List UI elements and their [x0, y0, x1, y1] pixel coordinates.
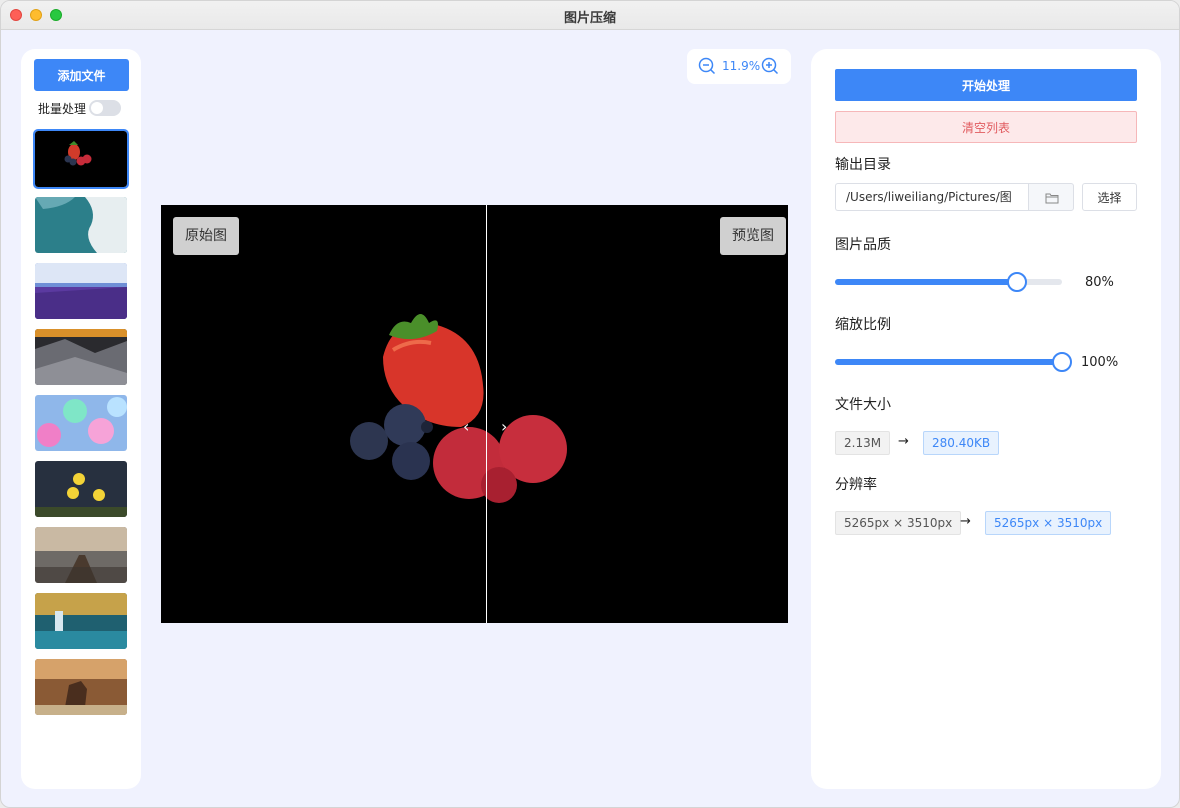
compare-divider[interactable] — [486, 205, 487, 623]
quality-slider-fill — [835, 279, 1017, 285]
file-sidebar: 添加文件 批量处理 — [21, 49, 141, 789]
bokeh-thumbnail — [35, 395, 127, 451]
toggle-knob — [91, 102, 103, 114]
output-dir-label: 输出目录 — [835, 157, 891, 173]
window-title: 图片压缩 — [563, 11, 616, 26]
thumb-deer[interactable] — [35, 659, 127, 715]
thumb-strawberries[interactable] — [33, 129, 129, 189]
scale-label: 缩放比例 — [835, 317, 891, 333]
waterfall-thumbnail — [35, 593, 127, 649]
thumb-coast[interactable] — [35, 197, 127, 253]
scale-slider-handle[interactable] — [1052, 352, 1072, 372]
arrow-right-icon: → — [960, 514, 971, 529]
flowers-thumbnail — [35, 461, 127, 517]
mountains-thumbnail — [35, 329, 127, 385]
strawberries-thumbnail — [35, 131, 127, 187]
quality-slider-handle[interactable] — [1006, 272, 1027, 292]
settings-panel: 开始处理 清空列表 输出目录 /Users/liweiliang/Picture… — [811, 49, 1161, 789]
app-window: 图片压缩 添加文件 批量处理 11.9% ‹ › 原始图 预览图 开始处理 清空… — [0, 0, 1180, 808]
original-image-tag: 原始图 — [173, 217, 239, 255]
thumb-bokeh[interactable] — [35, 395, 127, 451]
thumb-mountains[interactable] — [35, 329, 127, 385]
open-folder-button[interactable] — [1028, 183, 1074, 211]
scale-slider[interactable] — [835, 352, 1072, 372]
coast-thumbnail — [35, 197, 127, 253]
zoom-level: 11.9% — [722, 59, 761, 73]
scale-slider-fill — [835, 359, 1062, 365]
quality-slider[interactable] — [835, 272, 1062, 292]
zoom-control: 11.9% — [687, 49, 791, 84]
lavender-thumbnail — [35, 263, 127, 319]
resolution-output: 5265px × 3510px — [985, 511, 1112, 535]
add-files-button[interactable]: 添加文件 — [34, 59, 129, 91]
thumb-boardwalk[interactable] — [35, 527, 127, 583]
choose-dir-button[interactable]: 选择 — [1082, 183, 1137, 211]
thumb-waterfall[interactable] — [35, 593, 127, 649]
zoom-in-icon[interactable] — [761, 57, 779, 75]
start-processing-button[interactable]: 开始处理 — [835, 69, 1137, 101]
quality-value: 80% — [1085, 275, 1114, 290]
zoom-out-icon[interactable] — [698, 57, 716, 75]
folder-icon — [1045, 193, 1059, 204]
resolution-original: 5265px × 3510px — [835, 511, 962, 535]
preview-image-tag: 预览图 — [720, 217, 786, 255]
filesize-original: 2.13M — [835, 431, 891, 455]
title-bar: 图片压缩 — [1, 1, 1179, 30]
image-compare-view[interactable]: ‹ › 原始图 预览图 — [161, 205, 788, 623]
quality-label: 图片品质 — [835, 237, 891, 253]
resolution-label: 分辨率 — [835, 477, 877, 493]
chevron-left-icon[interactable]: ‹ — [463, 417, 469, 436]
preview-image — [161, 205, 788, 623]
filesize-compressed: 280.40KB — [923, 431, 1000, 455]
output-dir-field[interactable]: /Users/liweiliang/Pictures/图 — [835, 183, 1029, 211]
thumb-lavender[interactable] — [35, 263, 127, 319]
deer-thumbnail — [35, 659, 127, 715]
arrow-right-icon: → — [898, 434, 909, 449]
batch-process-label: 批量处理 — [38, 102, 87, 116]
filesize-label: 文件大小 — [835, 397, 891, 413]
thumb-flowers[interactable] — [35, 461, 127, 517]
batch-process-toggle[interactable] — [89, 100, 121, 116]
clear-list-button[interactable]: 清空列表 — [835, 111, 1137, 143]
scale-value: 100% — [1081, 355, 1119, 370]
chevron-right-icon[interactable]: › — [501, 417, 507, 436]
boardwalk-thumbnail — [35, 527, 127, 583]
